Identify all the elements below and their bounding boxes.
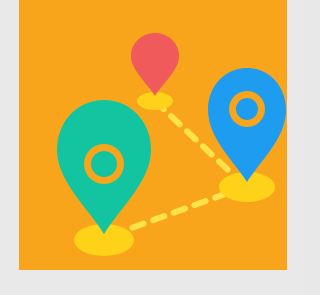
route-map-pins-icon	[57, 33, 286, 256]
map-pin-blue	[208, 68, 286, 202]
pin-hole-inner	[236, 98, 258, 120]
pin-hole-inner	[91, 151, 117, 177]
pin-red-icon	[131, 33, 179, 96]
map-pin-red	[131, 33, 179, 110]
map-pin-green	[57, 100, 151, 256]
image-frame	[0, 0, 305, 295]
